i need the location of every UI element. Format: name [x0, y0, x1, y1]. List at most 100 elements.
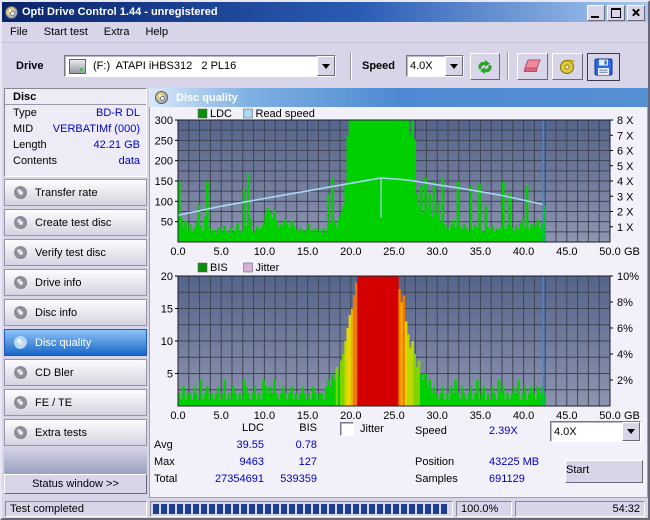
- title-bar[interactable]: Opti Drive Control 1.44 - unregistered: [2, 2, 648, 22]
- drive-label: Drive: [16, 60, 44, 72]
- svg-text:3 X: 3 X: [617, 191, 634, 203]
- sidebar-item-transfer-rate[interactable]: Transfer rate: [4, 179, 147, 206]
- svg-text:200: 200: [155, 156, 173, 168]
- burn-disc-icon: [559, 59, 575, 75]
- svg-text:250: 250: [155, 135, 173, 147]
- svg-text:20: 20: [161, 271, 173, 283]
- svg-text:50.0: 50.0: [599, 246, 620, 258]
- disc-icon: [14, 186, 27, 199]
- svg-text:2 X: 2 X: [617, 207, 634, 219]
- svg-text:5.0: 5.0: [214, 410, 229, 420]
- progress-block: [209, 504, 215, 514]
- toolbar-separator: [350, 52, 352, 80]
- svg-text:5 X: 5 X: [617, 161, 634, 173]
- speed-label: Speed: [362, 60, 396, 72]
- progress-percent: 100.0%: [456, 501, 512, 517]
- svg-text:GB: GB: [624, 246, 640, 258]
- sidebar-item-cd-bler[interactable]: CD Bler: [4, 359, 147, 386]
- close-icon: [631, 8, 640, 17]
- stats-avg-label: Avg: [154, 439, 173, 451]
- svg-text:4 X: 4 X: [617, 176, 634, 188]
- write-button[interactable]: [552, 53, 583, 80]
- svg-text:6%: 6%: [617, 323, 633, 335]
- progress-block: [305, 504, 311, 514]
- progress-bar: [150, 501, 453, 517]
- jitter-checkbox-label: Jitter: [360, 423, 384, 435]
- sidebar-item-disc-info[interactable]: Disc info: [4, 299, 147, 326]
- jitter-checkbox[interactable]: [340, 422, 354, 436]
- maximize-button[interactable]: [607, 5, 625, 21]
- sidebar-item-fe-te[interactable]: FE / TE: [4, 389, 147, 416]
- position-value: 43225 MB: [489, 456, 540, 468]
- stats-avg-bis: 0.78: [295, 439, 317, 451]
- menu-help[interactable]: Help: [137, 24, 176, 40]
- ldc-legend-swatch: [197, 108, 208, 119]
- disc-icon: [14, 426, 27, 439]
- disc-quality-icon: [155, 91, 168, 104]
- speed-dropdown-button[interactable]: [445, 56, 463, 76]
- app-window: Opti Drive Control 1.44 - unregistered F…: [0, 0, 650, 520]
- disc-icon: [14, 216, 27, 229]
- sidebar-item-extra-tests[interactable]: Extra tests: [4, 419, 147, 446]
- svg-text:BIS: BIS: [210, 262, 228, 274]
- progress-block: [257, 504, 263, 514]
- elapsed-time: 54:32: [515, 501, 645, 517]
- svg-text:35.0: 35.0: [470, 410, 491, 420]
- disc-row-type: Type BD-R DL: [5, 105, 146, 121]
- progress-block: [265, 504, 271, 514]
- maximize-icon: [611, 8, 621, 18]
- sidebar-item-create-test-disc[interactable]: Create test disc: [4, 209, 147, 236]
- drive-dropdown-button[interactable]: [317, 56, 335, 76]
- svg-text:4%: 4%: [617, 349, 633, 361]
- drive-select-value: (F:) ATAPI iHBS312 2 PL16: [93, 60, 237, 72]
- svg-text:7 X: 7 X: [617, 130, 634, 142]
- progress-block: [217, 504, 223, 514]
- start-button[interactable]: Start: [565, 460, 643, 483]
- svg-text:5.0: 5.0: [214, 246, 229, 258]
- stats-max-bis: 127: [298, 456, 317, 468]
- sidebar-filler: [4, 446, 147, 474]
- close-button[interactable]: [627, 5, 645, 21]
- svg-text:LDC: LDC: [210, 108, 232, 120]
- sidebar-item-verify-test-disc[interactable]: Verify test disc: [4, 239, 147, 266]
- svg-text:20.0: 20.0: [340, 410, 361, 420]
- sidebar-item-drive-info[interactable]: Drive info: [4, 269, 147, 296]
- progress-block: [185, 504, 191, 514]
- status-window-button[interactable]: Status window >>: [4, 474, 147, 494]
- svg-text:0.0: 0.0: [170, 410, 185, 420]
- progress-block: [393, 504, 399, 514]
- drive-select[interactable]: (F:) ATAPI iHBS312 2 PL16: [64, 55, 336, 77]
- erase-button[interactable]: [517, 53, 548, 80]
- ldc-read-speed-chart: 300 250 200 150 100 50 8 X 7 X 6 X 5 X 4 X 3 X 2 X 1 …: [149, 106, 648, 260]
- disc-icon: [14, 306, 27, 319]
- test-speed-select-value: 4.0X: [554, 425, 577, 438]
- disc-row-value: data: [118, 155, 140, 167]
- toolbar-separator: [507, 52, 509, 80]
- progress-block: [401, 504, 407, 514]
- disc-row-value: 42.21 GB: [93, 139, 140, 151]
- save-button[interactable]: [587, 53, 620, 81]
- samples-label: Samples: [415, 473, 458, 485]
- svg-text:25.0: 25.0: [383, 246, 404, 258]
- progress-block: [177, 504, 183, 514]
- progress-block: [161, 504, 167, 514]
- status-bar: Test completed 100.0% 54:32: [2, 499, 648, 518]
- svg-text:8%: 8%: [617, 297, 633, 309]
- progress-block: [289, 504, 295, 514]
- window-title: Opti Drive Control 1.44 - unregistered: [22, 6, 218, 18]
- svg-text:10.0: 10.0: [254, 410, 275, 420]
- disc-row-length: Length 42.21 GB: [5, 137, 146, 153]
- refresh-button[interactable]: [470, 53, 500, 80]
- test-speed-dropdown-button[interactable]: [622, 422, 640, 441]
- test-speed-select[interactable]: 4.0X: [550, 421, 641, 442]
- menu-file[interactable]: File: [2, 24, 36, 40]
- chevron-down-icon: [627, 429, 635, 434]
- sidebar-item-disc-quality[interactable]: Disc quality: [4, 329, 147, 356]
- menu-extra[interactable]: Extra: [96, 24, 138, 40]
- speed-select[interactable]: 4.0X: [406, 55, 464, 77]
- svg-text:Jitter: Jitter: [256, 262, 280, 274]
- minimize-button[interactable]: [587, 5, 605, 21]
- menu-start-test[interactable]: Start test: [36, 24, 96, 40]
- save-floppy-icon: [594, 58, 613, 76]
- svg-text:15: 15: [161, 304, 173, 316]
